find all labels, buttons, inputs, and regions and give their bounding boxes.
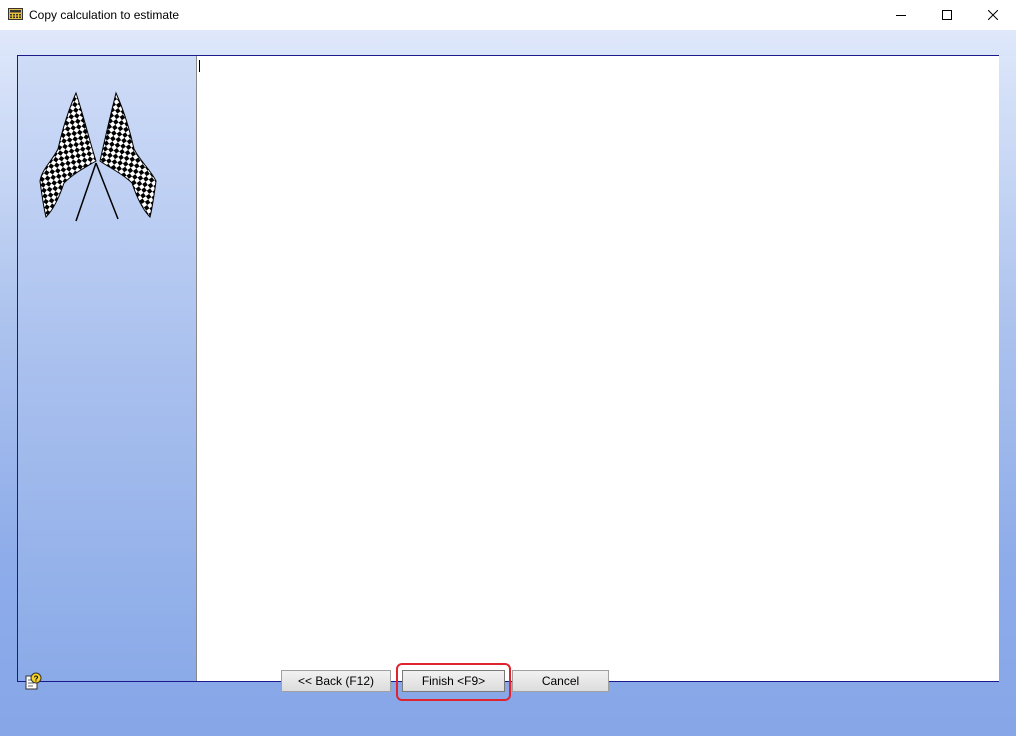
svg-text:?: ?: [34, 675, 39, 684]
checkered-flags-icon: [39, 91, 157, 222]
help-icon[interactable]: ?: [24, 672, 42, 690]
window-title: Copy calculation to estimate: [29, 8, 180, 22]
back-button[interactable]: << Back (F12): [281, 670, 391, 692]
cancel-button[interactable]: Cancel: [512, 670, 609, 692]
title-bar: Copy calculation to estimate: [0, 0, 1016, 30]
close-icon: [988, 10, 998, 20]
text-caret: [199, 60, 200, 72]
wizard-frame: [17, 55, 999, 682]
calculator-icon: [8, 8, 23, 20]
minimize-button[interactable]: [878, 0, 924, 30]
maximize-icon: [942, 10, 952, 20]
dialog-client-area: [0, 30, 1016, 736]
wizard-side-panel: [18, 56, 196, 681]
summary-text-area[interactable]: [196, 56, 999, 681]
finish-button[interactable]: Finish <F9>: [402, 670, 505, 692]
maximize-button[interactable]: [924, 0, 970, 30]
close-button[interactable]: [970, 0, 1016, 30]
minimize-icon: [896, 15, 906, 16]
